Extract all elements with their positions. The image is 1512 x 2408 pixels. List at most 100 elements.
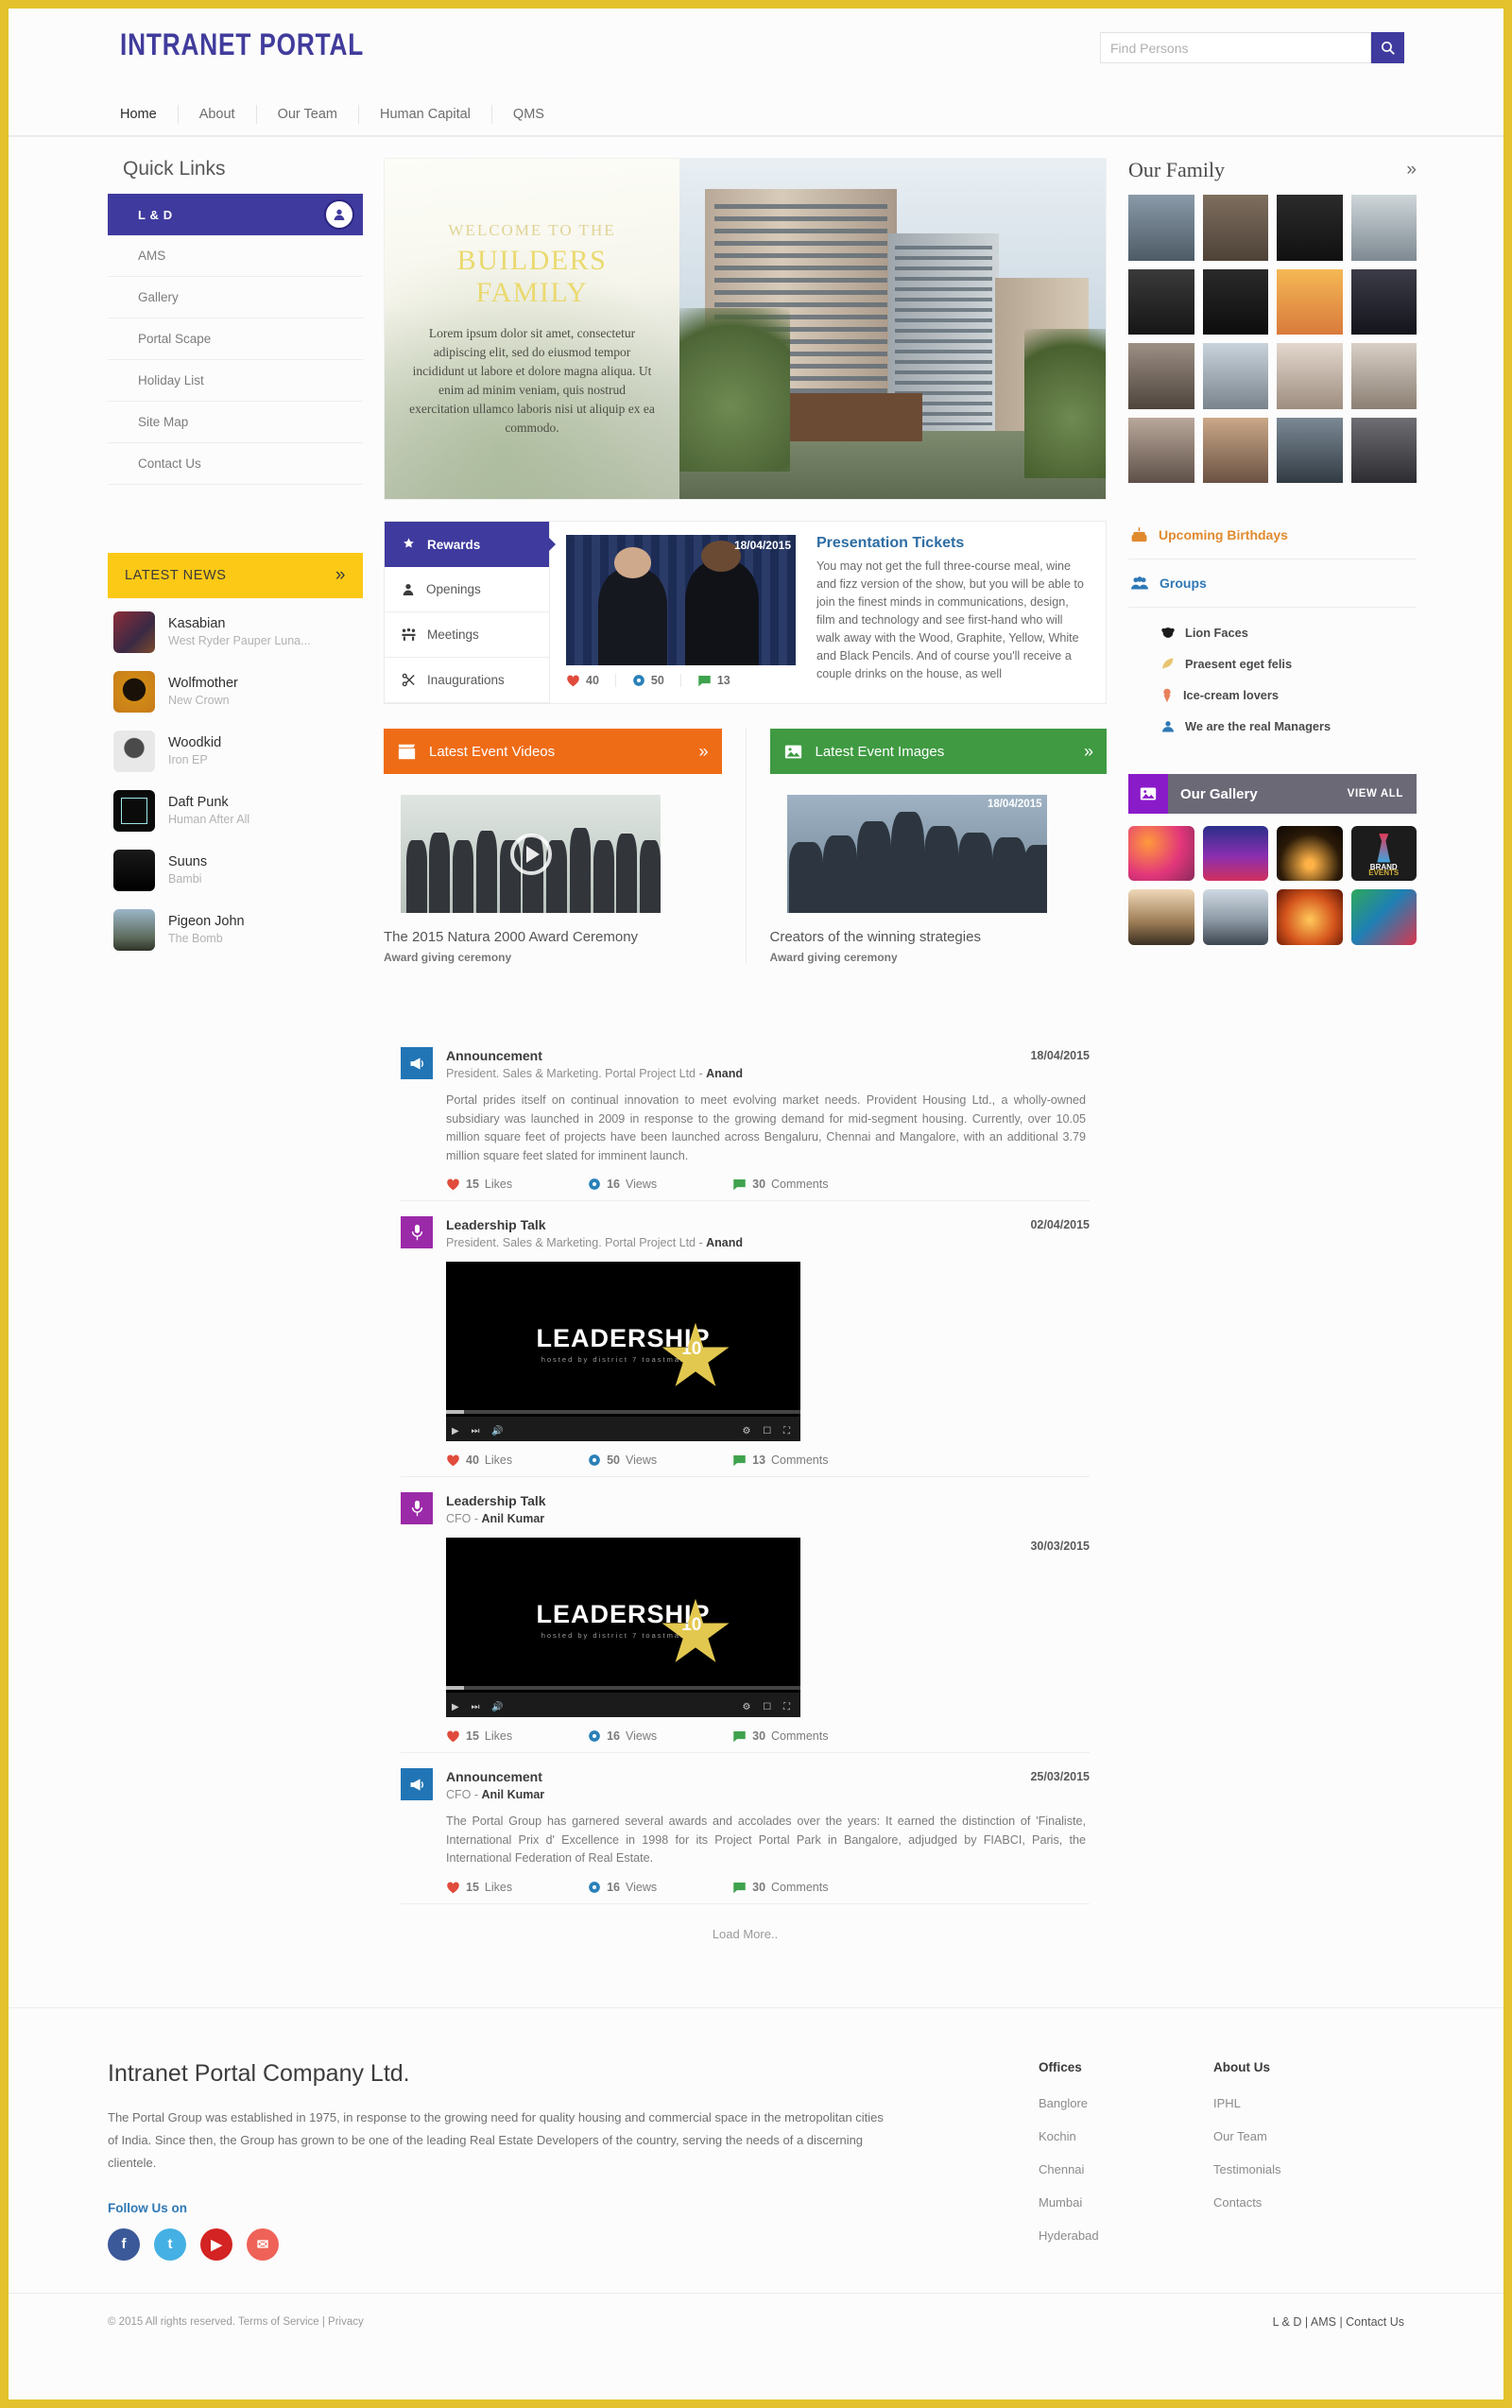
chevron-right-icon[interactable]: » <box>335 565 346 586</box>
facebook-icon[interactable]: f <box>108 2227 140 2261</box>
list-item[interactable]: Suuns Bambi <box>108 840 363 900</box>
group-item-lion-faces[interactable]: Lion Faces <box>1160 617 1417 648</box>
video-thumbnail[interactable] <box>401 795 661 913</box>
handshake-photo[interactable]: 18/04/2015 <box>566 535 796 665</box>
nav-item-our-team[interactable]: Our Team <box>257 105 359 124</box>
group-item-ice-cream-lovers[interactable]: Ice-cream lovers <box>1160 679 1417 711</box>
likes-stat[interactable]: 40 <box>566 674 616 687</box>
likes-stat[interactable]: 15 Likes <box>446 1881 550 1894</box>
gallery-view-all-link[interactable]: VIEW ALL <box>1348 788 1403 800</box>
groups-header[interactable]: Groups <box>1128 559 1417 608</box>
image-title[interactable]: Creators of the winning strategies <box>770 929 1108 945</box>
sidebar-item-portal-scape[interactable]: Portal Scape <box>108 318 363 360</box>
about-link-iphl[interactable]: IPHL <box>1213 2087 1388 2120</box>
chevron-right-icon[interactable]: » <box>1084 742 1093 762</box>
gallery-tile-conference-hall[interactable] <box>1128 889 1194 945</box>
avatar[interactable] <box>1202 268 1268 335</box>
likes-stat[interactable]: 15 Likes <box>446 1178 550 1191</box>
sidebar-item-site-map[interactable]: Site Map <box>108 402 363 443</box>
avatar[interactable] <box>1202 417 1268 483</box>
videos-header[interactable]: Latest Event Videos » <box>384 729 722 774</box>
list-item[interactable]: Kasabian West Ryder Pauper Luna... <box>108 602 363 662</box>
likes-stat[interactable]: 40 Likes <box>446 1453 550 1467</box>
avatar[interactable] <box>1350 417 1417 483</box>
image-thumbnail[interactable]: 18/04/2015 <box>786 795 1047 913</box>
video-progress-bar[interactable] <box>446 1686 800 1690</box>
video-settings-controls[interactable]: ⚙ ☐ ⛶ <box>743 1702 796 1712</box>
nav-item-home[interactable]: Home <box>120 105 179 124</box>
about-link-contacts[interactable]: Contacts <box>1213 2186 1388 2219</box>
sidebar-item-contact-us[interactable]: Contact Us <box>108 443 363 485</box>
avatar[interactable] <box>1128 343 1194 409</box>
gallery-tile-colored-eggs[interactable] <box>1128 826 1194 882</box>
video-player[interactable]: LEADERSHIP hosted by district 7 toastmas… <box>446 1538 800 1717</box>
about-link-our-team[interactable]: Our Team <box>1213 2120 1388 2153</box>
gallery-tile-street-festival[interactable] <box>1202 889 1268 945</box>
comments-stat[interactable]: 13 Comments <box>732 1453 866 1467</box>
site-logo[interactable]: INTRANET PORTAL <box>120 27 364 62</box>
search-button[interactable] <box>1371 32 1404 63</box>
office-mumbai[interactable]: Mumbai <box>1039 2186 1213 2219</box>
avatar[interactable] <box>1277 195 1343 261</box>
footer-bottom-links[interactable]: L & D | AMS | Contact Us <box>1273 2315 1404 2329</box>
sidebar-item-ams[interactable]: AMS <box>108 235 363 277</box>
avatar[interactable] <box>1350 268 1417 335</box>
gallery-tile-stage-lights[interactable] <box>1202 826 1268 882</box>
about-link-testimonials[interactable]: Testimonials <box>1213 2153 1388 2186</box>
tab-meetings[interactable]: Meetings <box>385 612 549 658</box>
sidebar-item-gallery[interactable]: Gallery <box>108 277 363 318</box>
video-playback-controls[interactable]: ▶ ⏭ 🔊 <box>452 1426 508 1436</box>
gallery-tile-brand-events[interactable]: BRAND EVENTS <box>1350 826 1417 882</box>
avatar[interactable] <box>1277 268 1343 335</box>
tab-inaugurations[interactable]: Inaugurations <box>385 658 549 703</box>
video-controls[interactable]: ▶ ⏭ 🔊 ⚙ ☐ ⛶ <box>446 1686 800 1717</box>
play-icon[interactable] <box>509 833 552 875</box>
avatar[interactable] <box>1350 195 1417 261</box>
office-hyderabad[interactable]: Hyderabad <box>1039 2219 1213 2252</box>
upcoming-birthdays[interactable]: Upcoming Birthdays <box>1128 511 1417 559</box>
avatar[interactable] <box>1202 343 1268 409</box>
tab-openings[interactable]: Openings <box>385 567 549 612</box>
nav-item-qms[interactable]: QMS <box>492 105 565 124</box>
sidebar-item-l-and-d[interactable]: L & D <box>108 194 363 235</box>
avatar[interactable] <box>1128 195 1194 261</box>
video-playback-controls[interactable]: ▶ ⏭ 🔊 <box>452 1702 508 1712</box>
rewards-title[interactable]: Presentation Tickets <box>816 535 1090 552</box>
avatar[interactable] <box>1350 343 1417 409</box>
avatar[interactable] <box>1277 343 1343 409</box>
office-chennai[interactable]: Chennai <box>1039 2153 1213 2186</box>
gallery-tile-temple-lights[interactable] <box>1277 889 1343 945</box>
video-player[interactable]: LEADERSHIP hosted by district 7 toastmas… <box>446 1262 800 1441</box>
video-progress-bar[interactable] <box>446 1410 800 1414</box>
list-item[interactable]: Daft Punk Human After All <box>108 781 363 840</box>
list-item[interactable]: Pigeon John The Bomb <box>108 900 363 959</box>
office-kochin[interactable]: Kochin <box>1039 2120 1213 2153</box>
comments-stat[interactable]: 30 Comments <box>732 1881 866 1894</box>
video-settings-controls[interactable]: ⚙ ☐ ⛶ <box>743 1426 796 1436</box>
views-stat[interactable]: 16 Views <box>588 1178 695 1191</box>
comments-stat[interactable]: 30 Comments <box>732 1729 866 1743</box>
avatar[interactable] <box>1202 195 1268 261</box>
comments-stat[interactable]: 30 Comments <box>732 1178 866 1191</box>
nav-item-human-capital[interactable]: Human Capital <box>359 105 492 124</box>
office-banglore[interactable]: Banglore <box>1039 2087 1213 2120</box>
tab-rewards[interactable]: Rewards <box>385 522 549 567</box>
email-icon[interactable]: ✉ <box>247 2227 279 2261</box>
comments-stat[interactable]: 13 <box>697 674 747 687</box>
chevron-right-icon[interactable]: » <box>1406 160 1417 181</box>
youtube-icon[interactable]: ▶ <box>200 2227 232 2261</box>
list-item[interactable]: Woodkid Iron EP <box>108 721 363 781</box>
images-header[interactable]: Latest Event Images » <box>769 729 1107 774</box>
views-stat[interactable]: 16 Views <box>588 1729 695 1743</box>
views-stat[interactable]: 50 Views <box>588 1453 695 1467</box>
likes-stat[interactable]: 15 Likes <box>446 1729 550 1743</box>
avatar[interactable] <box>1128 268 1194 335</box>
list-item[interactable]: Wolfmother New Crown <box>108 662 363 721</box>
twitter-icon[interactable]: t <box>154 2227 186 2261</box>
chevron-right-icon[interactable]: » <box>698 742 708 762</box>
views-stat[interactable]: 50 <box>632 674 681 687</box>
avatar[interactable] <box>1277 417 1343 483</box>
video-controls[interactable]: ▶ ⏭ 🔊 ⚙ ☐ ⛶ <box>446 1410 800 1441</box>
search-input[interactable] <box>1100 32 1371 63</box>
gallery-tile-lanterns[interactable] <box>1277 826 1343 882</box>
